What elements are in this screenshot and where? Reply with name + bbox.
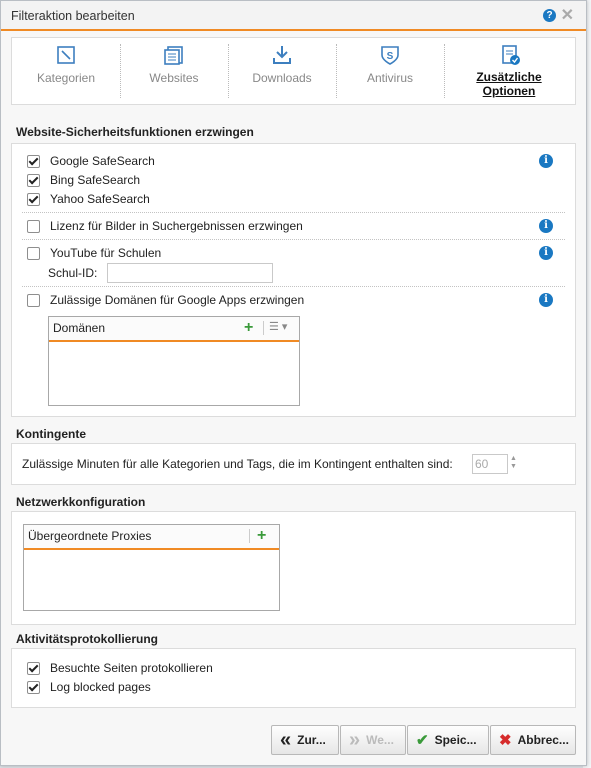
info-icon[interactable]: i	[539, 246, 553, 260]
dialog-title: Filteraktion bearbeiten	[11, 9, 135, 23]
info-icon[interactable]: i	[539, 154, 553, 168]
yahoo-safesearch-checkbox[interactable]	[27, 192, 40, 206]
visited-pages-option[interactable]: Besuchte Seiten protokollieren	[27, 660, 213, 676]
google-apps-checkbox[interactable]	[27, 293, 40, 307]
svg-text:S: S	[387, 51, 394, 62]
tab-label: Websites	[149, 71, 199, 85]
back-button[interactable]: « Zur...	[271, 725, 339, 755]
blocked-pages-checkbox[interactable]	[27, 680, 40, 694]
quota-panel: Zulässige Minuten für alle Kategorien un…	[11, 443, 576, 485]
logging-panel: Besuchte Seiten protokollieren Log block…	[11, 648, 576, 708]
visited-pages-checkbox[interactable]	[27, 661, 40, 675]
google-safesearch-label: Google SafeSearch	[50, 154, 155, 168]
security-heading: Website-Sicherheitsfunktionen erzwingen	[16, 125, 254, 139]
divider	[22, 286, 565, 287]
tab-websites[interactable]: Websites	[120, 38, 228, 104]
divider	[22, 212, 565, 213]
quota-minutes-input[interactable]: 60	[472, 454, 508, 474]
proxies-list: Übergeordnete Proxies +	[23, 524, 280, 611]
domains-list-header: Domänen + ☰ ▾	[49, 317, 299, 342]
additional-options-icon	[501, 45, 520, 65]
tab-categories[interactable]: Kategorien	[12, 38, 120, 104]
tab-antivirus[interactable]: S Antivirus	[336, 38, 444, 104]
next-button-label: We...	[366, 733, 394, 747]
school-id-label: Schul-ID:	[48, 266, 98, 280]
double-chevron-right-icon: »	[349, 728, 361, 751]
tab-label: Downloads	[252, 71, 312, 85]
back-button-label: Zur...	[297, 733, 326, 747]
google-safesearch-checkbox[interactable]	[27, 154, 40, 168]
google-apps-option[interactable]: Zulässige Domänen für Google Apps erzwin…	[27, 292, 304, 308]
double-chevron-left-icon: «	[280, 728, 292, 751]
image-license-label: Lizenz für Bilder in Suchergebnissen erz…	[50, 219, 303, 233]
tab-label: Kategorien	[36, 71, 96, 85]
domains-list-title: Domänen	[53, 321, 106, 335]
domains-list: Domänen + ☰ ▾	[48, 316, 300, 406]
cross-icon: ✖	[499, 732, 512, 749]
bing-safesearch-option[interactable]: Bing SafeSearch	[27, 172, 140, 188]
tab-label: Zusätzliche Optionen	[476, 70, 542, 98]
quota-label: Zulässige Minuten für alle Kategorien un…	[22, 457, 453, 471]
filter-action-dialog: Filteraktion bearbeiten ? ✕ Kategorien W…	[0, 0, 587, 766]
image-license-checkbox[interactable]	[27, 219, 40, 233]
tab-additional-options[interactable]: Zusätzliche Optionen	[444, 38, 575, 104]
proxies-list-header: Übergeordnete Proxies +	[24, 525, 279, 550]
google-apps-label: Zulässige Domänen für Google Apps erzwin…	[50, 293, 305, 307]
save-button-label: Speic...	[434, 733, 477, 747]
info-icon[interactable]: i	[539, 219, 553, 233]
antivirus-shield-icon: S	[381, 46, 399, 65]
bing-safesearch-checkbox[interactable]	[27, 173, 40, 187]
quota-heading: Kontingente	[16, 427, 86, 441]
websites-icon	[164, 46, 183, 65]
add-domain-icon[interactable]: +	[244, 319, 253, 337]
image-license-option[interactable]: Lizenz für Bilder in Suchergebnissen erz…	[27, 218, 303, 234]
youtube-schools-checkbox[interactable]	[27, 246, 40, 260]
add-proxy-icon[interactable]: +	[257, 527, 266, 545]
category-icon	[57, 46, 75, 64]
quota-spinner-icon[interactable]: ▲ ▼	[510, 455, 517, 471]
cancel-button-label: Abbrec...	[517, 733, 569, 747]
list-options-icon[interactable]: ☰ ▾	[269, 320, 287, 333]
divider	[22, 239, 565, 240]
youtube-schools-label: YouTube für Schulen	[50, 246, 162, 260]
header-divider	[249, 529, 250, 543]
next-button[interactable]: » We...	[340, 725, 406, 755]
info-icon[interactable]: i	[539, 293, 553, 307]
network-panel: Übergeordnete Proxies +	[11, 511, 576, 625]
logging-heading: Aktivitätsprotokollierung	[16, 632, 159, 646]
proxies-list-title: Übergeordnete Proxies	[28, 529, 152, 543]
youtube-schools-option[interactable]: YouTube für Schulen	[27, 245, 161, 261]
download-icon	[273, 46, 291, 64]
visited-pages-label: Besuchte Seiten protokollieren	[50, 661, 213, 675]
tab-bar: Kategorien Websites Downloads S Antiviru…	[11, 37, 576, 105]
help-icon[interactable]: ?	[543, 9, 556, 22]
tab-label: Antivirus	[366, 71, 413, 85]
yahoo-safesearch-label: Yahoo SafeSearch	[50, 192, 150, 206]
blocked-pages-option[interactable]: Log blocked pages	[27, 679, 151, 695]
tab-downloads[interactable]: Downloads	[228, 38, 336, 104]
checkmark-icon: ✔	[416, 732, 429, 749]
dialog-titlebar: Filteraktion bearbeiten ? ✕	[1, 1, 586, 31]
network-heading: Netzwerkkonfiguration	[16, 495, 146, 509]
google-safesearch-option[interactable]: Google SafeSearch	[27, 153, 155, 169]
school-id-input[interactable]	[107, 263, 273, 283]
header-divider	[263, 321, 264, 335]
save-button[interactable]: ✔ Speic...	[407, 725, 489, 755]
blocked-pages-label: Log blocked pages	[50, 680, 151, 694]
close-icon[interactable]: ✕	[561, 5, 574, 25]
cancel-button[interactable]: ✖ Abbrec...	[490, 725, 576, 755]
security-panel: Google SafeSearch i Bing SafeSearch Yaho…	[11, 143, 576, 417]
yahoo-safesearch-option[interactable]: Yahoo SafeSearch	[27, 191, 150, 207]
bing-safesearch-label: Bing SafeSearch	[50, 173, 141, 187]
